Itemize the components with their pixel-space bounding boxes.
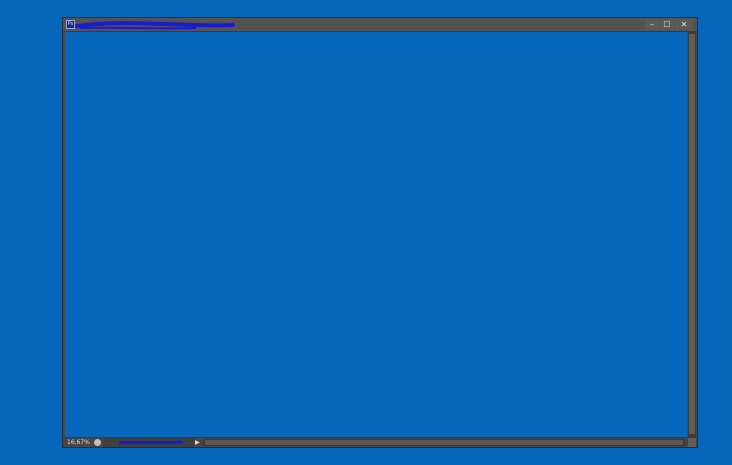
vertical-scroll-thumb[interactable] [689,34,695,434]
title-redaction-scribble [75,21,235,30]
doc-info-redaction-scribble [119,440,183,445]
window-titlebar[interactable]: Ps – ☐ ✕ [63,18,697,32]
app-icon: Ps [66,20,75,29]
resize-corner[interactable] [688,438,696,447]
vertical-scrollbar[interactable] [688,32,696,437]
status-info-icon[interactable] [94,439,101,446]
horizontal-scrollbar[interactable] [203,439,685,446]
maximize-icon[interactable]: ☐ [660,19,674,30]
status-bar: 16,67% ▶ [63,437,697,447]
expand-arrow-icon[interactable]: ▶ [195,439,200,446]
window-controls: – ☐ ✕ [645,18,693,31]
document-window: Ps – ☐ ✕ 16,67% ▶ [62,17,698,448]
desktop-background: Ps – ☐ ✕ 16,67% ▶ [0,0,732,465]
zoom-level[interactable]: 16,67% [67,438,90,447]
close-icon[interactable]: ✕ [675,19,693,30]
minimize-icon[interactable]: – [645,19,659,30]
horizontal-scroll-thumb[interactable] [205,440,683,445]
document-canvas[interactable] [65,32,687,437]
